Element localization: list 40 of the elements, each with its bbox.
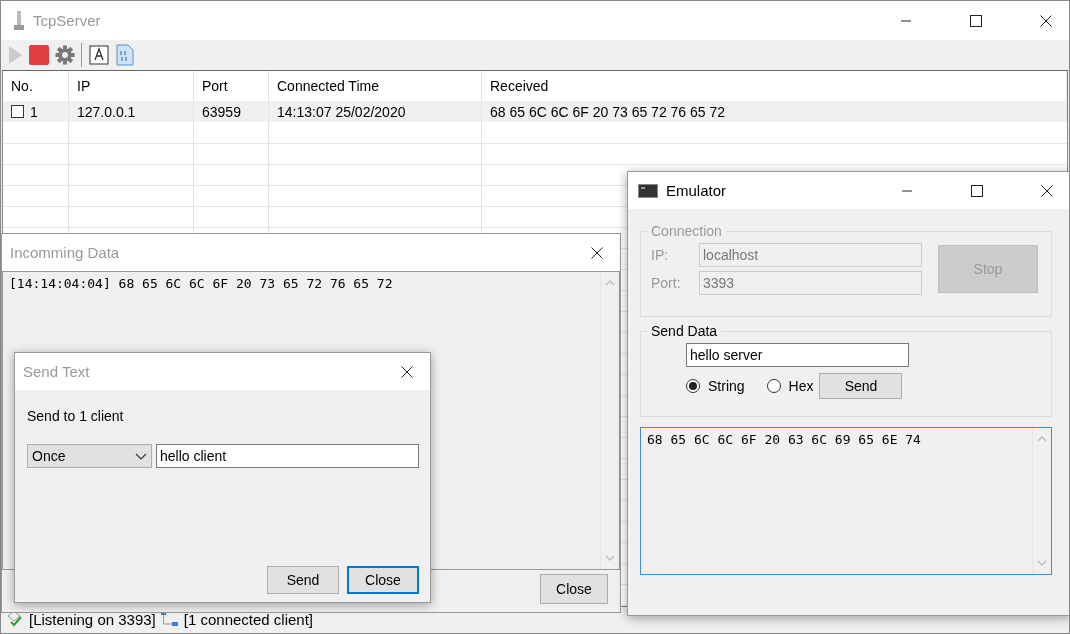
close-icon[interactable] [401,365,413,378]
window-title: Incomming Data [10,244,121,261]
table-cell: 1 [3,101,69,122]
window-title: Emulator [666,182,728,199]
table-cell: 63959 [194,101,269,122]
port-label: Port: [651,275,682,291]
incoming-data-log: [14:14:04:04] 68 65 6C 6C 6F 20 73 65 72 76 65 72 [8,275,394,293]
table-cell: 68 65 6C 6C 6F 20 73 65 72 76 65 72 [482,101,1067,122]
window-title: TcpServer [33,12,102,29]
repeat-dropdown[interactable]: Once [27,444,152,468]
close-button[interactable]: Close [540,574,608,604]
text-frame-icon[interactable] [88,44,110,66]
table-cell: 14:13:07 25/02/2020 [269,101,482,122]
group-label: Connection [650,223,723,239]
message-input[interactable]: hello client [156,444,419,468]
gear-icon[interactable] [55,45,75,65]
group-label: Send Data [650,323,719,339]
status-text: [1 connected client] [183,610,314,628]
row-checkbox[interactable] [11,105,24,118]
maximize-icon[interactable] [971,184,983,197]
close-icon[interactable] [1041,184,1053,197]
send-button[interactable]: Send [819,373,903,399]
format-radio[interactable]: Hex [766,378,814,394]
close-icon[interactable] [591,246,603,259]
format-radio[interactable]: String [686,378,745,394]
ip-label: IP: [651,247,670,263]
dialog-button[interactable]: Close [347,566,419,594]
maximize-icon[interactable] [970,14,982,27]
received-data-log: 68 65 6C 6C 6F 20 63 6C 69 65 6E 74 [646,431,922,449]
console-icon [638,182,658,199]
table-cell: 127.0.0.1 [69,101,194,122]
dialog-button[interactable]: Send [267,566,339,594]
send-text-input[interactable]: hello server [686,343,909,367]
dialog-title: Send Text [23,363,91,380]
binary-file-icon[interactable] [116,44,134,66]
recipient-label: Send to 1 client [27,408,125,424]
chevron-down-icon [135,452,147,460]
status-text: [Listening on 3393] [29,610,156,628]
app-icon [13,9,25,32]
close-icon[interactable] [1040,14,1052,27]
